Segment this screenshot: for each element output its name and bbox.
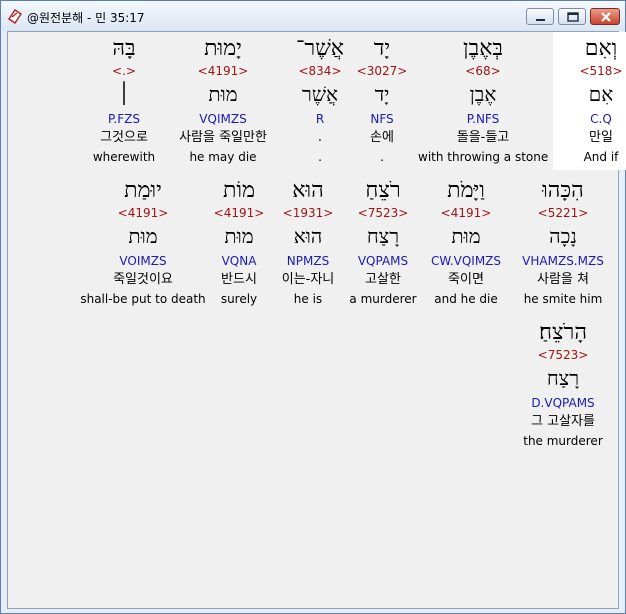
strong-number: <4191> <box>117 206 169 220</box>
hebrew-word: בָּהּ <box>112 36 136 61</box>
english-gloss: wherewith <box>92 150 156 164</box>
hebrew-root: מוּת <box>128 224 158 248</box>
word-cell[interactable]: אֲשֶׁר־ <834> אֲשֶׁר R . . <box>272 32 368 170</box>
parsing-code: D.VQPAMS <box>531 396 595 410</box>
word-cell[interactable]: בְּאֶבֶן <68> אֶבֶן P.NFS 돌을-들고 with thr… <box>418 32 548 170</box>
hebrew-root: אֲשֶׁר <box>302 82 338 106</box>
minimize-icon <box>536 19 545 21</box>
word-cell[interactable]: יָמוּת <4191> מוּת VQIMZS 사람을 죽일만한 he ma… <box>164 32 282 170</box>
strong-number: <4191> <box>440 206 492 220</box>
hebrew-root: נָכָה <box>549 224 577 248</box>
strong-number: <4191> <box>197 64 249 78</box>
strong-number: <5221> <box>537 206 589 220</box>
parsing-code: P.FZS <box>108 112 140 126</box>
app-bible-icon <box>8 9 22 24</box>
hebrew-word: בְּאֶבֶן <box>462 36 503 61</box>
word-cell[interactable]: וַיָּמֹת <4191> מוּת CW.VQIMZS 죽이면 and h… <box>418 174 514 312</box>
english-gloss: the murderer <box>523 434 603 448</box>
english-gloss: shall-be put to death <box>80 292 206 306</box>
word-cell[interactable]: הִכָּהוּ <5221> נָכָה VHAMZS.MZS 사람을 쳐 h… <box>508 174 618 312</box>
english-gloss: with throwing a stone <box>418 150 549 164</box>
hebrew-word: יוּמַת <box>124 178 162 203</box>
korean-gloss: 그 고살자를 <box>531 414 595 429</box>
hebrew-root: אִם <box>588 82 614 106</box>
hebrew-word: וַיָּמֹת <box>447 178 485 203</box>
hebrew-word: וְאִם <box>584 36 618 61</box>
hebrew-word: הָרֹצֵחַ׃ <box>538 320 587 345</box>
close-button[interactable] <box>590 8 620 25</box>
english-gloss: he smite him <box>523 292 603 306</box>
minimize-button[interactable] <box>526 8 554 25</box>
parsing-code: R <box>315 112 325 126</box>
korean-gloss: 그것으로 <box>100 130 148 145</box>
hebrew-root: רָצַח <box>546 366 580 390</box>
word-cell[interactable]: יוּמַת <4191> מוּת VOIMZS 죽일것이요 shall-be… <box>78 174 208 312</box>
title-bar[interactable]: @원전분해 - 민 35:17 <box>1 1 625 31</box>
word-cell[interactable]: בָּהּ <.> ׀ P.FZS 그것으로 wherewith <box>76 32 172 170</box>
strong-number: <7523> <box>537 348 589 362</box>
parsing-code: VQIMZS <box>199 112 247 126</box>
parsing-code: CW.VQIMZS <box>430 254 502 268</box>
hebrew-word: יָמוּת <box>204 36 242 61</box>
maximize-button[interactable] <box>558 8 586 25</box>
maximize-icon <box>567 12 579 22</box>
strong-number: <.> <box>112 64 136 78</box>
parsing-code: P.NFS <box>466 112 500 126</box>
strong-number: <518> <box>579 64 623 78</box>
english-gloss: And if <box>583 150 619 164</box>
korean-gloss: 사람을 쳐 <box>537 272 589 287</box>
close-icon <box>601 12 611 22</box>
app-window: @원전분해 - 민 35:17 וְאִם <518> אִם C.Q 만일 A… <box>0 0 626 614</box>
korean-gloss: 만일 <box>589 130 613 145</box>
parsing-code: VHAMZS.MZS <box>522 254 604 268</box>
strong-number: <68> <box>465 64 501 78</box>
hebrew-root: אֶבֶן <box>469 82 497 106</box>
hebrew-root: ׀ <box>118 82 130 106</box>
korean-gloss: 죽이면 <box>448 272 484 287</box>
korean-gloss: 죽일것이요 <box>113 272 173 287</box>
interlinear-view[interactable]: וְאִם <518> אִם C.Q 만일 And if בְּאֶבֶן <… <box>7 31 626 609</box>
hebrew-word: אֲשֶׁר־ <box>295 36 344 61</box>
hebrew-root: מוּת <box>451 224 481 248</box>
strong-number: <834> <box>298 64 342 78</box>
hebrew-root: מוּת <box>208 82 238 106</box>
hebrew-word: הִכָּהוּ <box>542 178 584 203</box>
korean-gloss: 사람을 죽일만한 <box>179 130 267 145</box>
parsing-code: VOIMZS <box>119 254 167 268</box>
parsing-code: C.Q <box>590 112 612 126</box>
word-cell[interactable]: הָרֹצֵחַ׃ <7523> רָצַח D.VQPAMS 그 고살자를 t… <box>513 316 613 454</box>
korean-gloss: 돌을-들고 <box>456 130 510 145</box>
english-gloss: . <box>318 150 322 164</box>
word-cell[interactable]: וְאִם <518> אִם C.Q 만일 And if <box>553 32 626 170</box>
window-title: @원전분해 - 민 35:17 <box>27 11 145 25</box>
english-gloss: he may die <box>189 150 257 164</box>
korean-gloss: . <box>317 130 323 145</box>
english-gloss: and he die <box>434 292 498 306</box>
